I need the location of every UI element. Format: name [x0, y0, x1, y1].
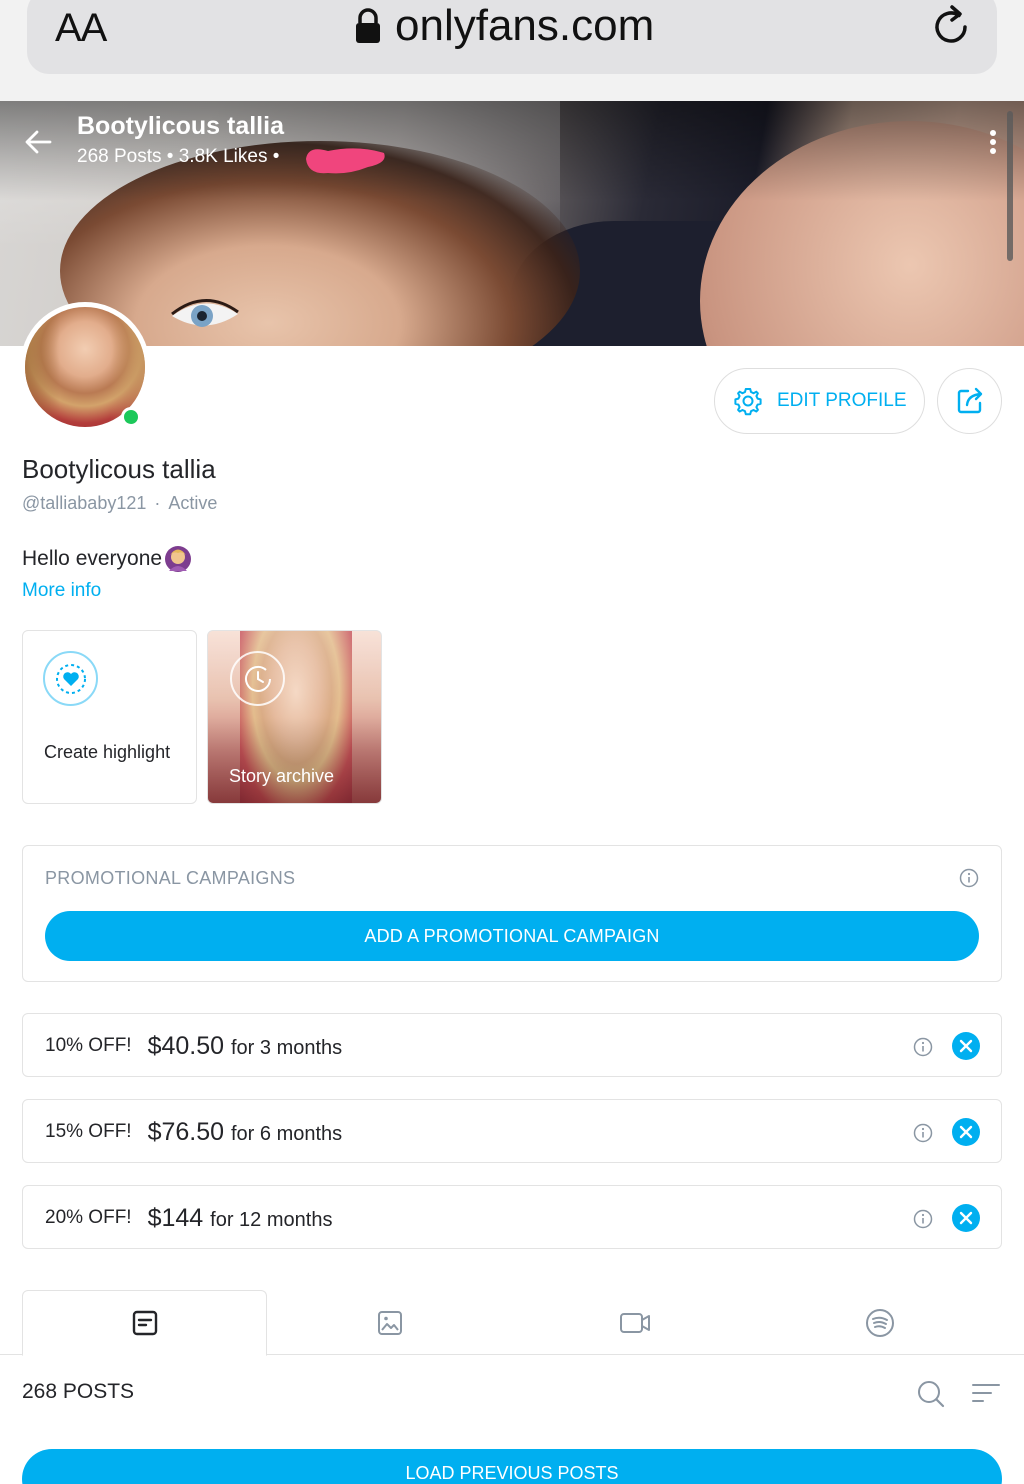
posts-count-label: 268 POSTS [22, 1380, 135, 1403]
offer-price-line: $76.50 for 6 months [148, 1118, 343, 1147]
tab-photos[interactable] [267, 1290, 512, 1355]
photos-icon [377, 1310, 402, 1335]
videos-icon [619, 1312, 650, 1333]
offer-row: 10% OFF! $40.50 for 3 months [22, 1013, 1002, 1077]
edit-profile-button[interactable]: EDIT PROFILE [714, 368, 925, 434]
offer-price-line: $144 for 12 months [148, 1204, 333, 1233]
online-indicator [121, 407, 141, 427]
header-stats: 268 Posts • 3.8K Likes • [77, 146, 279, 168]
offer-period: for 12 months [210, 1208, 333, 1231]
history-clock-icon [244, 665, 271, 692]
remove-offer-button[interactable] [952, 1118, 980, 1146]
offer-price-line: $40.50 for 3 months [148, 1032, 343, 1061]
activity-status: Active [168, 493, 218, 513]
posts-count: 268 Posts [77, 146, 162, 167]
load-previous-posts-button[interactable]: LOAD PREVIOUS POSTS [22, 1449, 1002, 1484]
edit-profile-label: EDIT PROFILE [777, 390, 907, 411]
offer-row: 15% OFF! $76.50 for 6 months [22, 1099, 1002, 1163]
posts-icon [132, 1310, 157, 1336]
share-button[interactable] [937, 368, 1002, 434]
offer-discount: 15% OFF! [45, 1121, 132, 1142]
browser-address-bar: AA onlyfans.com [0, 0, 1024, 101]
info-icon[interactable] [913, 1037, 933, 1057]
info-icon[interactable] [959, 868, 979, 888]
offer-row: 20% OFF! $144 for 12 months [22, 1185, 1002, 1249]
remove-offer-button[interactable] [952, 1204, 980, 1232]
avatar-hair-left [25, 307, 60, 427]
offer-price: $76.50 [147, 1117, 225, 1146]
reload-icon[interactable] [928, 4, 974, 50]
profile-handle-row: @talliababy121 · Active [22, 493, 217, 514]
more-options-icon[interactable] [988, 129, 998, 155]
create-highlight-card[interactable]: Create highlight [22, 630, 197, 804]
cover-eye [171, 299, 239, 327]
stats-separator: • [272, 146, 280, 167]
offer-period: for 6 months [231, 1122, 343, 1145]
add-promotional-campaign-button[interactable]: ADD A PROMOTIONAL CAMPAIGN [45, 911, 979, 961]
story-archive-card[interactable]: Story archive [207, 630, 382, 804]
cover-image: Bootylicous tallia 268 Posts • 3.8K Like… [0, 101, 1024, 346]
handle-separator: · [154, 493, 161, 513]
close-icon [959, 1125, 973, 1139]
info-icon[interactable] [913, 1123, 933, 1143]
url-display[interactable]: onlyfans.com [355, 0, 654, 52]
offer-period: for 3 months [231, 1036, 343, 1059]
offer-price: $144 [147, 1203, 204, 1232]
offer-discount: 20% OFF! [45, 1207, 132, 1228]
tab-audio[interactable] [757, 1290, 1002, 1355]
story-archive-icon-circle [230, 651, 285, 706]
more-info-link[interactable]: More info [22, 580, 101, 602]
close-icon [959, 1039, 973, 1053]
share-icon [957, 387, 982, 414]
text-size-button[interactable]: AA [55, 6, 107, 51]
create-highlight-label: Create highlight [44, 742, 171, 762]
content-tabs [0, 1290, 1024, 1356]
scrollbar[interactable] [1007, 111, 1013, 261]
tab-videos[interactable] [512, 1290, 757, 1355]
remove-offer-button[interactable] [952, 1032, 980, 1060]
promotional-campaigns-panel: PROMOTIONAL CAMPAIGNS ADD A PROMOTIONAL … [22, 845, 1002, 982]
info-icon[interactable] [913, 1209, 933, 1229]
offer-discount: 10% OFF! [45, 1035, 132, 1056]
redaction-mark [306, 148, 385, 174]
create-highlight-icon-circle [43, 651, 98, 706]
header-title: Bootylicous tallia [77, 112, 284, 140]
back-arrow-icon[interactable] [24, 128, 52, 156]
promotional-campaigns-title: PROMOTIONAL CAMPAIGNS [45, 868, 296, 888]
stats-separator: • [166, 146, 179, 167]
tab-posts[interactable] [22, 1290, 267, 1356]
likes-count: 3.8K Likes [178, 146, 268, 167]
woman-emoji-icon [165, 546, 192, 572]
heart-highlight-icon [55, 663, 86, 694]
offer-price: $40.50 [147, 1031, 225, 1060]
sort-icon[interactable] [971, 1381, 1001, 1407]
story-archive-label: Story archive [229, 766, 335, 786]
bio-text: Hello everyone [22, 547, 163, 570]
profile-bio: Hello everyone [22, 545, 192, 573]
gear-icon [734, 388, 762, 416]
profile-handle[interactable]: @talliababy121 [22, 493, 146, 513]
lock-icon [356, 8, 380, 43]
close-icon [959, 1211, 973, 1225]
url-text: onlyfans.com [395, 1, 655, 50]
search-icon[interactable] [916, 1379, 946, 1409]
profile-name: Bootylicous tallia [22, 454, 216, 484]
audio-icon [865, 1308, 894, 1337]
